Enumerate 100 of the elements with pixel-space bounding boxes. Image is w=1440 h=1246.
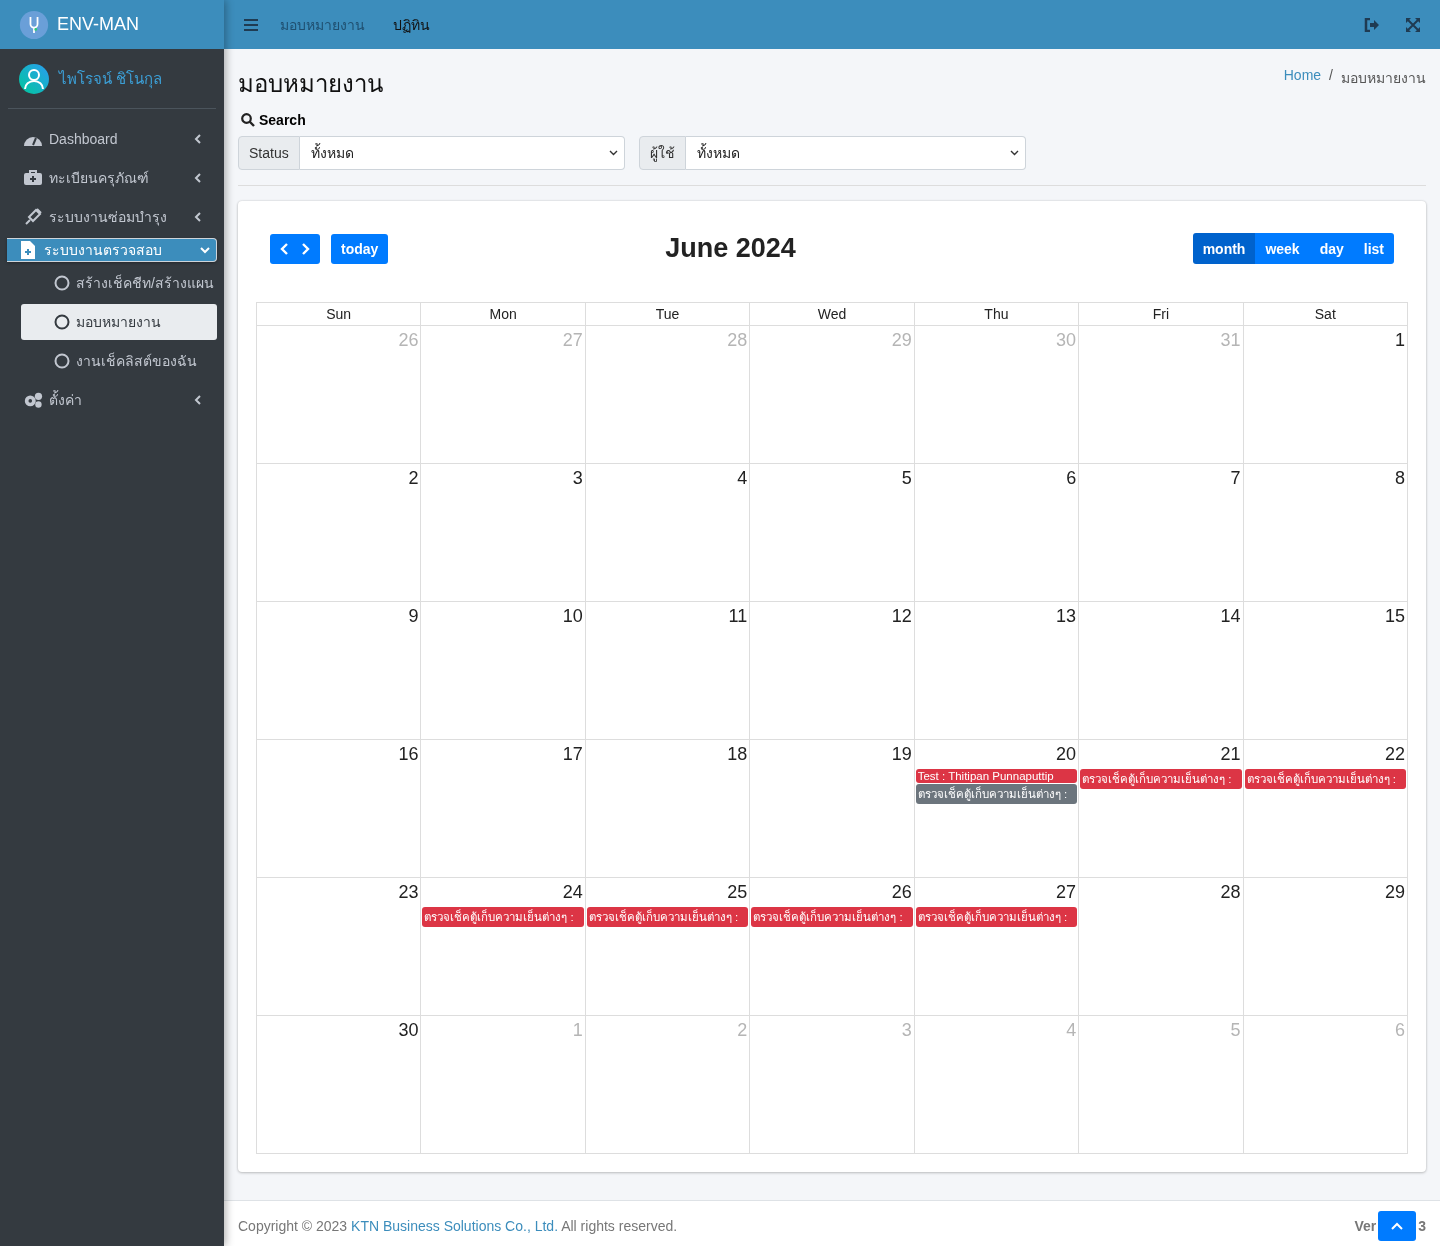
view-tab[interactable]: list — [1353, 233, 1394, 264]
gears-icon — [23, 391, 43, 409]
chevron-left-icon — [193, 134, 203, 144]
breadcrumb-link[interactable]: Home — [1283, 67, 1322, 89]
day-number: 3 — [900, 1019, 913, 1042]
nav-link[interactable]: ปฏิทิน — [393, 13, 430, 36]
day-number: 30 — [397, 1019, 420, 1042]
weekday-header: Sat — [1243, 303, 1408, 326]
day-number: 4 — [1065, 1019, 1078, 1042]
next-button[interactable] — [295, 233, 320, 264]
sidebar-item[interactable]: ระบบงานตรวจสอบ — [7, 238, 217, 262]
file-plus-icon — [18, 241, 38, 259]
version-text: Ver — [1354, 1218, 1377, 1234]
day-number: 24 — [561, 881, 584, 904]
fullscreen-icon[interactable] — [1406, 17, 1420, 32]
day-number: 25 — [726, 881, 749, 904]
day-number: 27 — [561, 329, 584, 352]
company-link[interactable]: KTN Business Solutions Co., Ltd. — [351, 1218, 559, 1234]
calendar-event[interactable]: ตรวจเช็คตู้เก็บความเย็นต่างๆ : — [1080, 769, 1242, 789]
calendar-event[interactable]: ตรวจเช็คตู้เก็บความเย็นต่างๆ : — [586, 907, 749, 927]
user-name[interactable]: ไพโรจน์ ชิโนกุล — [59, 67, 163, 91]
day-number: 23 — [397, 881, 420, 904]
syringe-icon — [23, 208, 43, 226]
calendar-event[interactable]: Test : Thitipan Punnaputtip — [915, 769, 1078, 783]
calendar-title: June 2024 — [664, 233, 797, 264]
day-number: 11 — [727, 605, 749, 628]
filter-select[interactable]: ทั้งหมด — [686, 136, 1026, 170]
day-number: 5 — [900, 467, 913, 490]
circle-icon — [54, 353, 70, 369]
sidebar-item[interactable]: ระบบงานซ่อมบำรุง — [7, 199, 217, 235]
weekday-header: Fri — [1079, 303, 1244, 326]
day-number: 10 — [561, 605, 584, 628]
copyright-text: Copyright © 2023 KTN Business Solutions Co., Ltd. All rights reserved. — [238, 1218, 678, 1234]
weekday-header: Wed — [750, 303, 915, 326]
day-number: 31 — [1219, 329, 1242, 352]
day-number: 9 — [407, 605, 420, 628]
day-number: 28 — [726, 329, 749, 352]
view-tab[interactable]: day — [1309, 233, 1354, 264]
filter-label: Status — [238, 136, 300, 170]
day-number: 1 — [1394, 329, 1406, 352]
filter-label: ผู้ใช้ — [639, 136, 686, 170]
view-tab[interactable]: week — [1255, 233, 1310, 264]
day-number: 20 — [1055, 743, 1078, 766]
day-number: 15 — [1383, 605, 1406, 628]
chevron-down-icon — [200, 245, 210, 255]
day-number: 18 — [726, 743, 749, 766]
day-number: 26 — [397, 329, 420, 352]
page-title: มอบหมายงาน — [238, 69, 383, 99]
day-number: 16 — [397, 743, 420, 766]
circle-icon — [54, 314, 70, 330]
breadcrumb-current: มอบหมายงาน — [1341, 69, 1426, 88]
scroll-top-button[interactable] — [1378, 1211, 1417, 1241]
medkit-icon — [23, 170, 43, 186]
day-number: 2 — [407, 467, 420, 490]
day-number: 12 — [890, 605, 913, 628]
day-number: 1 — [571, 1019, 584, 1042]
day-number: 2 — [736, 1019, 749, 1042]
sidebar-item[interactable]: ทะเบียนครุภัณฑ์ — [7, 160, 217, 196]
calendar-event[interactable]: ตรวจเช็คตู้เก็บความเย็นต่างๆ : — [422, 907, 584, 927]
day-number: 30 — [1055, 329, 1078, 352]
day-number: 7 — [1229, 467, 1242, 490]
submenu-item[interactable]: มอบหมายงาน — [21, 304, 217, 340]
calendar-event[interactable]: ตรวจเช็คตู้เก็บความเย็นต่างๆ : — [915, 907, 1078, 927]
menu-icon[interactable] — [244, 18, 258, 31]
avatar-icon — [19, 64, 49, 94]
day-number: 26 — [890, 881, 913, 904]
today-button[interactable]: today — [331, 233, 389, 264]
day-number: 6 — [1065, 467, 1078, 490]
prev-button[interactable] — [270, 233, 295, 264]
chevron-left-icon — [193, 395, 203, 405]
calendar-event[interactable]: ตรวจเช็คตู้เก็บความเย็นต่างๆ : — [1244, 769, 1406, 789]
filter-select[interactable]: ทั้งหมด — [299, 136, 625, 170]
day-number: 27 — [1055, 881, 1078, 904]
logo-icon — [19, 9, 49, 40]
circle-icon — [54, 275, 70, 291]
day-number: 8 — [1394, 467, 1406, 490]
day-number: 14 — [1219, 605, 1242, 628]
chevron-down-icon — [609, 150, 618, 156]
day-number: 3 — [571, 467, 584, 490]
sidebar-item[interactable]: Dashboard — [7, 121, 217, 157]
chevron-right-icon — [300, 242, 310, 255]
chevron-up-icon — [1391, 1222, 1404, 1230]
sidebar-item[interactable]: ตั้งค่า — [7, 382, 217, 418]
calendar-event[interactable]: ตรวจเช็คตู้เก็บความเย็นต่างๆ : — [915, 784, 1078, 804]
calendar-event[interactable]: ตรวจเช็คตู้เก็บความเย็นต่างๆ : — [751, 907, 913, 927]
day-number: 28 — [1219, 881, 1242, 904]
nav-link[interactable]: มอบหมายงาน — [280, 13, 365, 36]
search-icon — [241, 113, 255, 127]
submenu-item[interactable]: สร้างเช็คชีท/สร้างแผน — [21, 265, 217, 301]
chevron-left-icon — [193, 212, 203, 222]
sign-out-icon[interactable] — [1364, 17, 1380, 32]
weekday-header: Thu — [914, 303, 1080, 326]
submenu-item[interactable]: งานเช็คลิสต์ของฉัน — [21, 343, 217, 379]
day-number: 17 — [561, 743, 584, 766]
chevron-left-icon — [280, 242, 290, 255]
brand-title: ENV-MAN — [57, 14, 139, 35]
day-number: 13 — [1055, 605, 1078, 628]
view-tab[interactable]: month — [1192, 233, 1256, 264]
weekday-header: Sun — [257, 303, 422, 326]
day-number: 5 — [1229, 1019, 1242, 1042]
